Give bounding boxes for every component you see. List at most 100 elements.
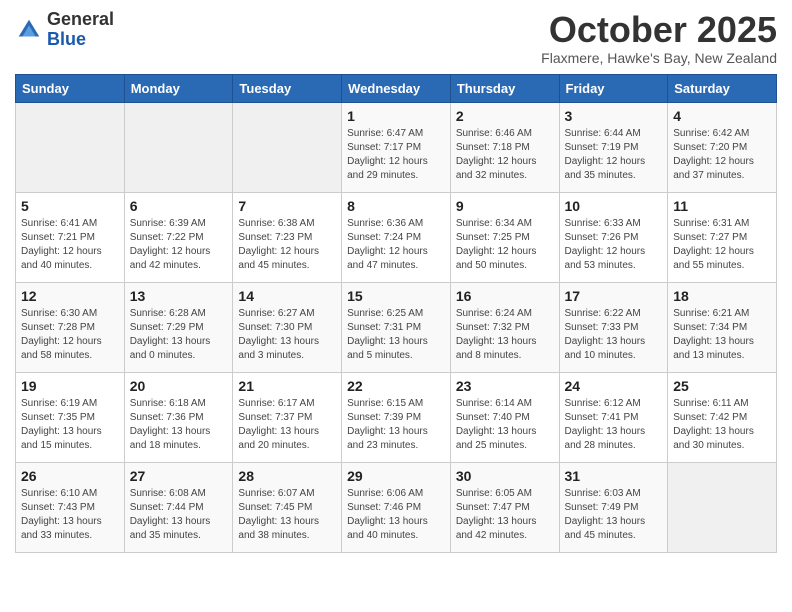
day-info: Sunrise: 6:22 AMSunset: 7:33 PMDaylight:… xyxy=(565,307,663,363)
days-of-week-row: SundayMondayTuesdayWednesdayThursdayFrid… xyxy=(16,74,777,102)
day-info: Sunrise: 6:19 AMSunset: 7:35 PMDaylight:… xyxy=(21,397,119,453)
calendar-cell: 7 Sunrise: 6:38 AMSunset: 7:23 PMDaylight… xyxy=(233,192,342,282)
day-number: 31 xyxy=(565,468,663,484)
calendar-cell: 1 Sunrise: 6:47 AMSunset: 7:17 PMDaylight… xyxy=(342,102,451,192)
dow-header-wednesday: Wednesday xyxy=(342,74,451,102)
day-number: 10 xyxy=(565,198,663,214)
day-info: Sunrise: 6:38 AMSunset: 7:23 PMDaylight:… xyxy=(238,217,336,273)
calendar-cell: 5Sunrise: 6:41 AMSunset: 7:21 PMDaylight… xyxy=(16,192,125,282)
day-info: Sunrise: 6:07 AMSunset: 7:45 PMDaylight:… xyxy=(238,487,336,543)
day-info: Sunrise: 6:34 AMSunset: 7:25 PMDaylight:… xyxy=(456,217,554,273)
day-number: 15 xyxy=(347,288,445,304)
day-info: Sunrise: 6:21 AMSunset: 7:34 PMDaylight:… xyxy=(673,307,771,363)
day-number: 5 xyxy=(21,198,119,214)
calendar-cell: 17 Sunrise: 6:22 AMSunset: 7:33 PMDayligh… xyxy=(559,282,668,372)
day-number: 28 xyxy=(238,468,336,484)
calendar-cell: 27 Sunrise: 6:08 AMSunset: 7:44 PMDayligh… xyxy=(124,462,233,552)
logo-blue-text: Blue xyxy=(47,30,114,50)
dow-header-tuesday: Tuesday xyxy=(233,74,342,102)
day-info: Sunrise: 6:47 AMSunset: 7:17 PMDaylight:… xyxy=(347,127,445,183)
day-info: Sunrise: 6:12 AMSunset: 7:41 PMDaylight:… xyxy=(565,397,663,453)
calendar-cell: 23 Sunrise: 6:14 AMSunset: 7:40 PMDayligh… xyxy=(450,372,559,462)
location-text: Flaxmere, Hawke's Bay, New Zealand xyxy=(541,50,777,66)
dow-header-thursday: Thursday xyxy=(450,74,559,102)
month-title: October 2025 xyxy=(541,10,777,50)
day-number: 2 xyxy=(456,108,554,124)
day-number: 12 xyxy=(21,288,119,304)
calendar-cell: 2 Sunrise: 6:46 AMSunset: 7:18 PMDaylight… xyxy=(450,102,559,192)
calendar-cell xyxy=(16,102,125,192)
day-number: 13 xyxy=(130,288,228,304)
day-info: Sunrise: 6:31 AMSunset: 7:27 PMDaylight:… xyxy=(673,217,771,273)
day-info: Sunrise: 6:08 AMSunset: 7:44 PMDaylight:… xyxy=(130,487,228,543)
calendar-cell: 11 Sunrise: 6:31 AMSunset: 7:27 PMDayligh… xyxy=(668,192,777,282)
day-info: Sunrise: 6:11 AMSunset: 7:42 PMDaylight:… xyxy=(673,397,771,453)
day-number: 16 xyxy=(456,288,554,304)
logo-icon xyxy=(15,16,43,44)
dow-header-sunday: Sunday xyxy=(16,74,125,102)
logo-general-text: General xyxy=(47,10,114,30)
calendar-cell: 12 Sunrise: 6:30 AMSunset: 7:28 PMDayligh… xyxy=(16,282,125,372)
day-info: Sunrise: 6:42 AMSunset: 7:20 PMDaylight:… xyxy=(673,127,771,183)
day-info: Sunrise: 6:17 AMSunset: 7:37 PMDaylight:… xyxy=(238,397,336,453)
calendar-cell: 22 Sunrise: 6:15 AMSunset: 7:39 PMDayligh… xyxy=(342,372,451,462)
day-info: Sunrise: 6:27 AMSunset: 7:30 PMDaylight:… xyxy=(238,307,336,363)
calendar-cell: 21 Sunrise: 6:17 AMSunset: 7:37 PMDayligh… xyxy=(233,372,342,462)
day-number: 9 xyxy=(456,198,554,214)
day-number: 6 xyxy=(130,198,228,214)
day-number: 21 xyxy=(238,378,336,394)
day-info: Sunrise: 6:44 AMSunset: 7:19 PMDaylight:… xyxy=(565,127,663,183)
day-number: 25 xyxy=(673,378,771,394)
calendar-cell: 16Sunrise: 6:24 AMSunset: 7:32 PMDayligh… xyxy=(450,282,559,372)
calendar-cell: 26 Sunrise: 6:10 AMSunset: 7:43 PMDayligh… xyxy=(16,462,125,552)
day-info: Sunrise: 6:30 AMSunset: 7:28 PMDaylight:… xyxy=(21,307,119,363)
calendar-cell: 30 Sunrise: 6:05 AMSunset: 7:47 PMDayligh… xyxy=(450,462,559,552)
day-info: Sunrise: 6:46 AMSunset: 7:18 PMDaylight:… xyxy=(456,127,554,183)
calendar-cell: 10Sunrise: 6:33 AMSunset: 7:26 PMDayligh… xyxy=(559,192,668,282)
dow-header-monday: Monday xyxy=(124,74,233,102)
calendar-cell: 3 Sunrise: 6:44 AMSunset: 7:19 PMDaylight… xyxy=(559,102,668,192)
calendar-cell: 13Sunrise: 6:28 AMSunset: 7:29 PMDayligh… xyxy=(124,282,233,372)
day-info: Sunrise: 6:25 AMSunset: 7:31 PMDaylight:… xyxy=(347,307,445,363)
day-number: 4 xyxy=(673,108,771,124)
day-number: 19 xyxy=(21,378,119,394)
day-number: 7 xyxy=(238,198,336,214)
calendar-body: 1 Sunrise: 6:47 AMSunset: 7:17 PMDaylight… xyxy=(16,102,777,552)
week-row-2: 5Sunrise: 6:41 AMSunset: 7:21 PMDaylight… xyxy=(16,192,777,282)
day-number: 1 xyxy=(347,108,445,124)
day-number: 18 xyxy=(673,288,771,304)
calendar-cell: 4 Sunrise: 6:42 AMSunset: 7:20 PMDaylight… xyxy=(668,102,777,192)
calendar-cell: 28 Sunrise: 6:07 AMSunset: 7:45 PMDayligh… xyxy=(233,462,342,552)
day-info: Sunrise: 6:15 AMSunset: 7:39 PMDaylight:… xyxy=(347,397,445,453)
calendar-cell: 15 Sunrise: 6:25 AMSunset: 7:31 PMDayligh… xyxy=(342,282,451,372)
day-number: 3 xyxy=(565,108,663,124)
day-number: 22 xyxy=(347,378,445,394)
day-number: 30 xyxy=(456,468,554,484)
day-info: Sunrise: 6:10 AMSunset: 7:43 PMDaylight:… xyxy=(21,487,119,543)
day-info: Sunrise: 6:18 AMSunset: 7:36 PMDaylight:… xyxy=(130,397,228,453)
day-info: Sunrise: 6:03 AMSunset: 7:49 PMDaylight:… xyxy=(565,487,663,543)
calendar-cell: 18 Sunrise: 6:21 AMSunset: 7:34 PMDayligh… xyxy=(668,282,777,372)
day-number: 26 xyxy=(21,468,119,484)
dow-header-saturday: Saturday xyxy=(668,74,777,102)
calendar-cell xyxy=(668,462,777,552)
day-info: Sunrise: 6:39 AMSunset: 7:22 PMDaylight:… xyxy=(130,217,228,273)
dow-header-friday: Friday xyxy=(559,74,668,102)
day-info: Sunrise: 6:05 AMSunset: 7:47 PMDaylight:… xyxy=(456,487,554,543)
day-info: Sunrise: 6:14 AMSunset: 7:40 PMDaylight:… xyxy=(456,397,554,453)
day-number: 11 xyxy=(673,198,771,214)
week-row-5: 26 Sunrise: 6:10 AMSunset: 7:43 PMDayligh… xyxy=(16,462,777,552)
calendar-cell: 20Sunrise: 6:18 AMSunset: 7:36 PMDayligh… xyxy=(124,372,233,462)
day-info: Sunrise: 6:36 AMSunset: 7:24 PMDaylight:… xyxy=(347,217,445,273)
page-header: General Blue October 2025 Flaxmere, Hawk… xyxy=(15,10,777,66)
calendar-cell: 6 Sunrise: 6:39 AMSunset: 7:22 PMDaylight… xyxy=(124,192,233,282)
week-row-1: 1 Sunrise: 6:47 AMSunset: 7:17 PMDaylight… xyxy=(16,102,777,192)
calendar-cell: 31 Sunrise: 6:03 AMSunset: 7:49 PMDayligh… xyxy=(559,462,668,552)
week-row-3: 12 Sunrise: 6:30 AMSunset: 7:28 PMDayligh… xyxy=(16,282,777,372)
day-number: 27 xyxy=(130,468,228,484)
day-number: 23 xyxy=(456,378,554,394)
calendar-cell: 8Sunrise: 6:36 AMSunset: 7:24 PMDaylight… xyxy=(342,192,451,282)
calendar-table: SundayMondayTuesdayWednesdayThursdayFrid… xyxy=(15,74,777,553)
week-row-4: 19 Sunrise: 6:19 AMSunset: 7:35 PMDayligh… xyxy=(16,372,777,462)
day-number: 17 xyxy=(565,288,663,304)
